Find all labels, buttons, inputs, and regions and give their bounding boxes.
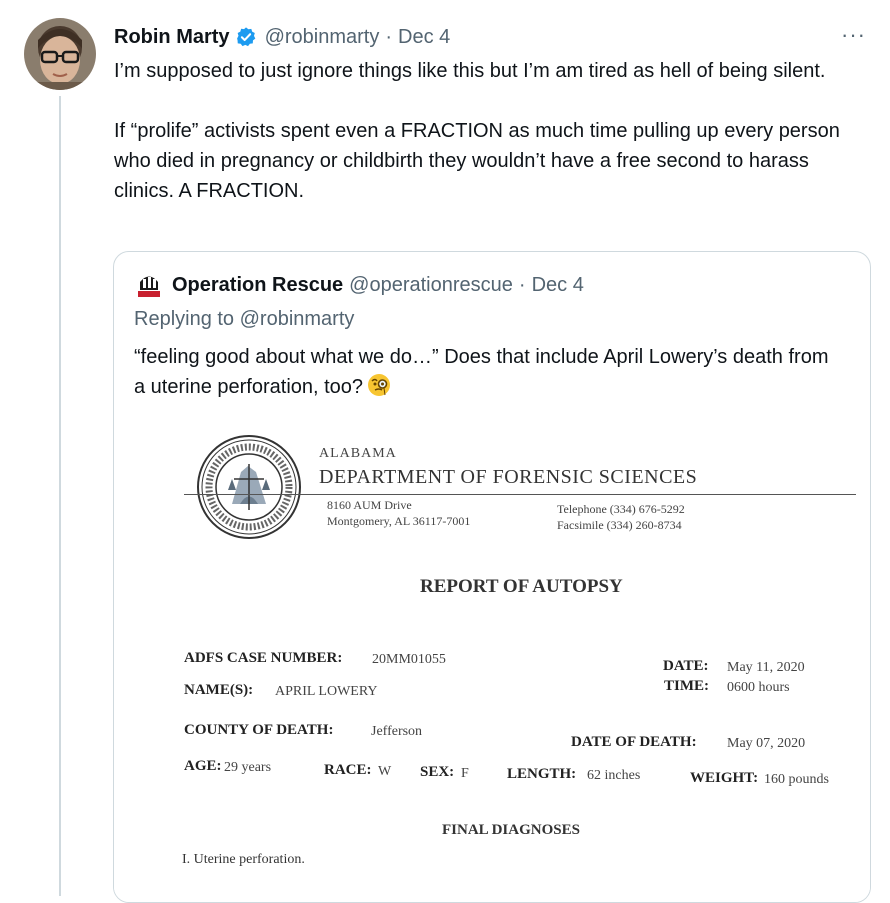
avatar-photo: [24, 18, 96, 90]
author-name[interactable]: Robin Marty: [114, 26, 230, 49]
tweet-paragraph-2: If “prolife” activists spent even a FRAC…: [114, 120, 840, 202]
quoted-tweet-header: Operation Rescue @operationrescue · Dec …: [134, 270, 584, 300]
date-label: DATE:: [663, 658, 709, 674]
sex-value: F: [461, 766, 469, 781]
replying-handle-link[interactable]: @robinmarty: [240, 308, 355, 330]
date-of-death-value: May 07, 2020: [727, 736, 806, 751]
county-label: COUNTY OF DEATH:: [184, 722, 334, 738]
date-value: May 11, 2020: [727, 660, 805, 675]
quoted-tweet-date[interactable]: Dec 4: [532, 274, 584, 297]
replying-prefix: Replying to: [134, 308, 235, 330]
quoted-tweet-text: “feeling good about what we do…” Does th…: [134, 342, 834, 402]
separator-dot: ·: [385, 25, 393, 48]
report-title: REPORT OF AUTOPSY: [420, 576, 623, 597]
tweet-text: I’m supposed to just ignore things like …: [114, 56, 864, 206]
time-value: 0600 hours: [727, 680, 790, 695]
name-value: APRIL LOWERY: [275, 684, 378, 699]
race-label: RACE:: [324, 762, 372, 778]
name-label: NAME(S):: [184, 682, 254, 698]
dept-line-1: ALABAMA: [319, 446, 397, 461]
quoted-author-name[interactable]: Operation Rescue: [172, 274, 343, 297]
address-line-2: Montgomery, AL 36117-7001: [327, 514, 471, 528]
final-diagnoses-heading: FINAL DIAGNOSES: [442, 822, 580, 838]
attached-document-image[interactable]: ALABAMA DEPARTMENT OF FORENSIC SCIENCES …: [114, 412, 870, 902]
tweet-paragraph-1: I’m supposed to just ignore things like …: [114, 60, 826, 82]
quoted-author-handle[interactable]: @operationrescue: [349, 274, 513, 297]
separator-dot: ·: [518, 273, 526, 296]
county-value: Jefferson: [371, 724, 423, 739]
letterhead-rule: [184, 494, 856, 495]
case-number-label: ADFS CASE NUMBER:: [184, 650, 343, 666]
time-label: TIME:: [664, 678, 709, 694]
tweet-date[interactable]: Dec 4: [398, 26, 450, 49]
age-label: AGE:: [184, 758, 222, 774]
quoted-tweet[interactable]: Operation Rescue @operationrescue · Dec …: [113, 251, 871, 903]
replying-to: Replying to @robinmarty: [134, 308, 354, 331]
author-handle[interactable]: @robinmarty: [265, 26, 380, 49]
diagnosis-item-1: I. Uterine perforation.: [182, 852, 305, 867]
weight-label: WEIGHT:: [690, 770, 759, 786]
tweet-header: Robin Marty @robinmarty · Dec 4: [114, 22, 870, 52]
dept-line-2: DEPARTMENT OF FORENSIC SCIENCES: [319, 466, 698, 488]
telephone-line: Telephone (334) 676-5292: [557, 502, 685, 516]
race-value: W: [378, 764, 392, 779]
length-label: LENGTH:: [507, 766, 577, 782]
alabama-dfs-seal-icon: [197, 435, 301, 539]
verified-badge-icon: [235, 26, 257, 48]
quoted-avatar[interactable]: [134, 270, 164, 300]
thread-connector-line: [59, 96, 61, 896]
quoted-text-body: “feeling good about what we do…” Does th…: [134, 346, 829, 398]
more-options-icon[interactable]: ···: [841, 22, 866, 48]
length-value: 62 inches: [587, 768, 641, 783]
avatar[interactable]: [24, 18, 96, 90]
address-line-1: 8160 AUM Drive: [327, 498, 412, 512]
facsimile-line: Facsimile (334) 260-8734: [557, 518, 682, 532]
sex-label: SEX:: [420, 764, 455, 780]
operation-rescue-logo-icon: [135, 271, 163, 299]
face-with-monocle-icon: [367, 373, 391, 397]
age-value: 29 years: [224, 760, 272, 775]
weight-value: 160 pounds: [764, 772, 829, 787]
case-number-value: 20MM01055: [372, 652, 446, 667]
date-of-death-label: DATE OF DEATH:: [571, 734, 697, 750]
